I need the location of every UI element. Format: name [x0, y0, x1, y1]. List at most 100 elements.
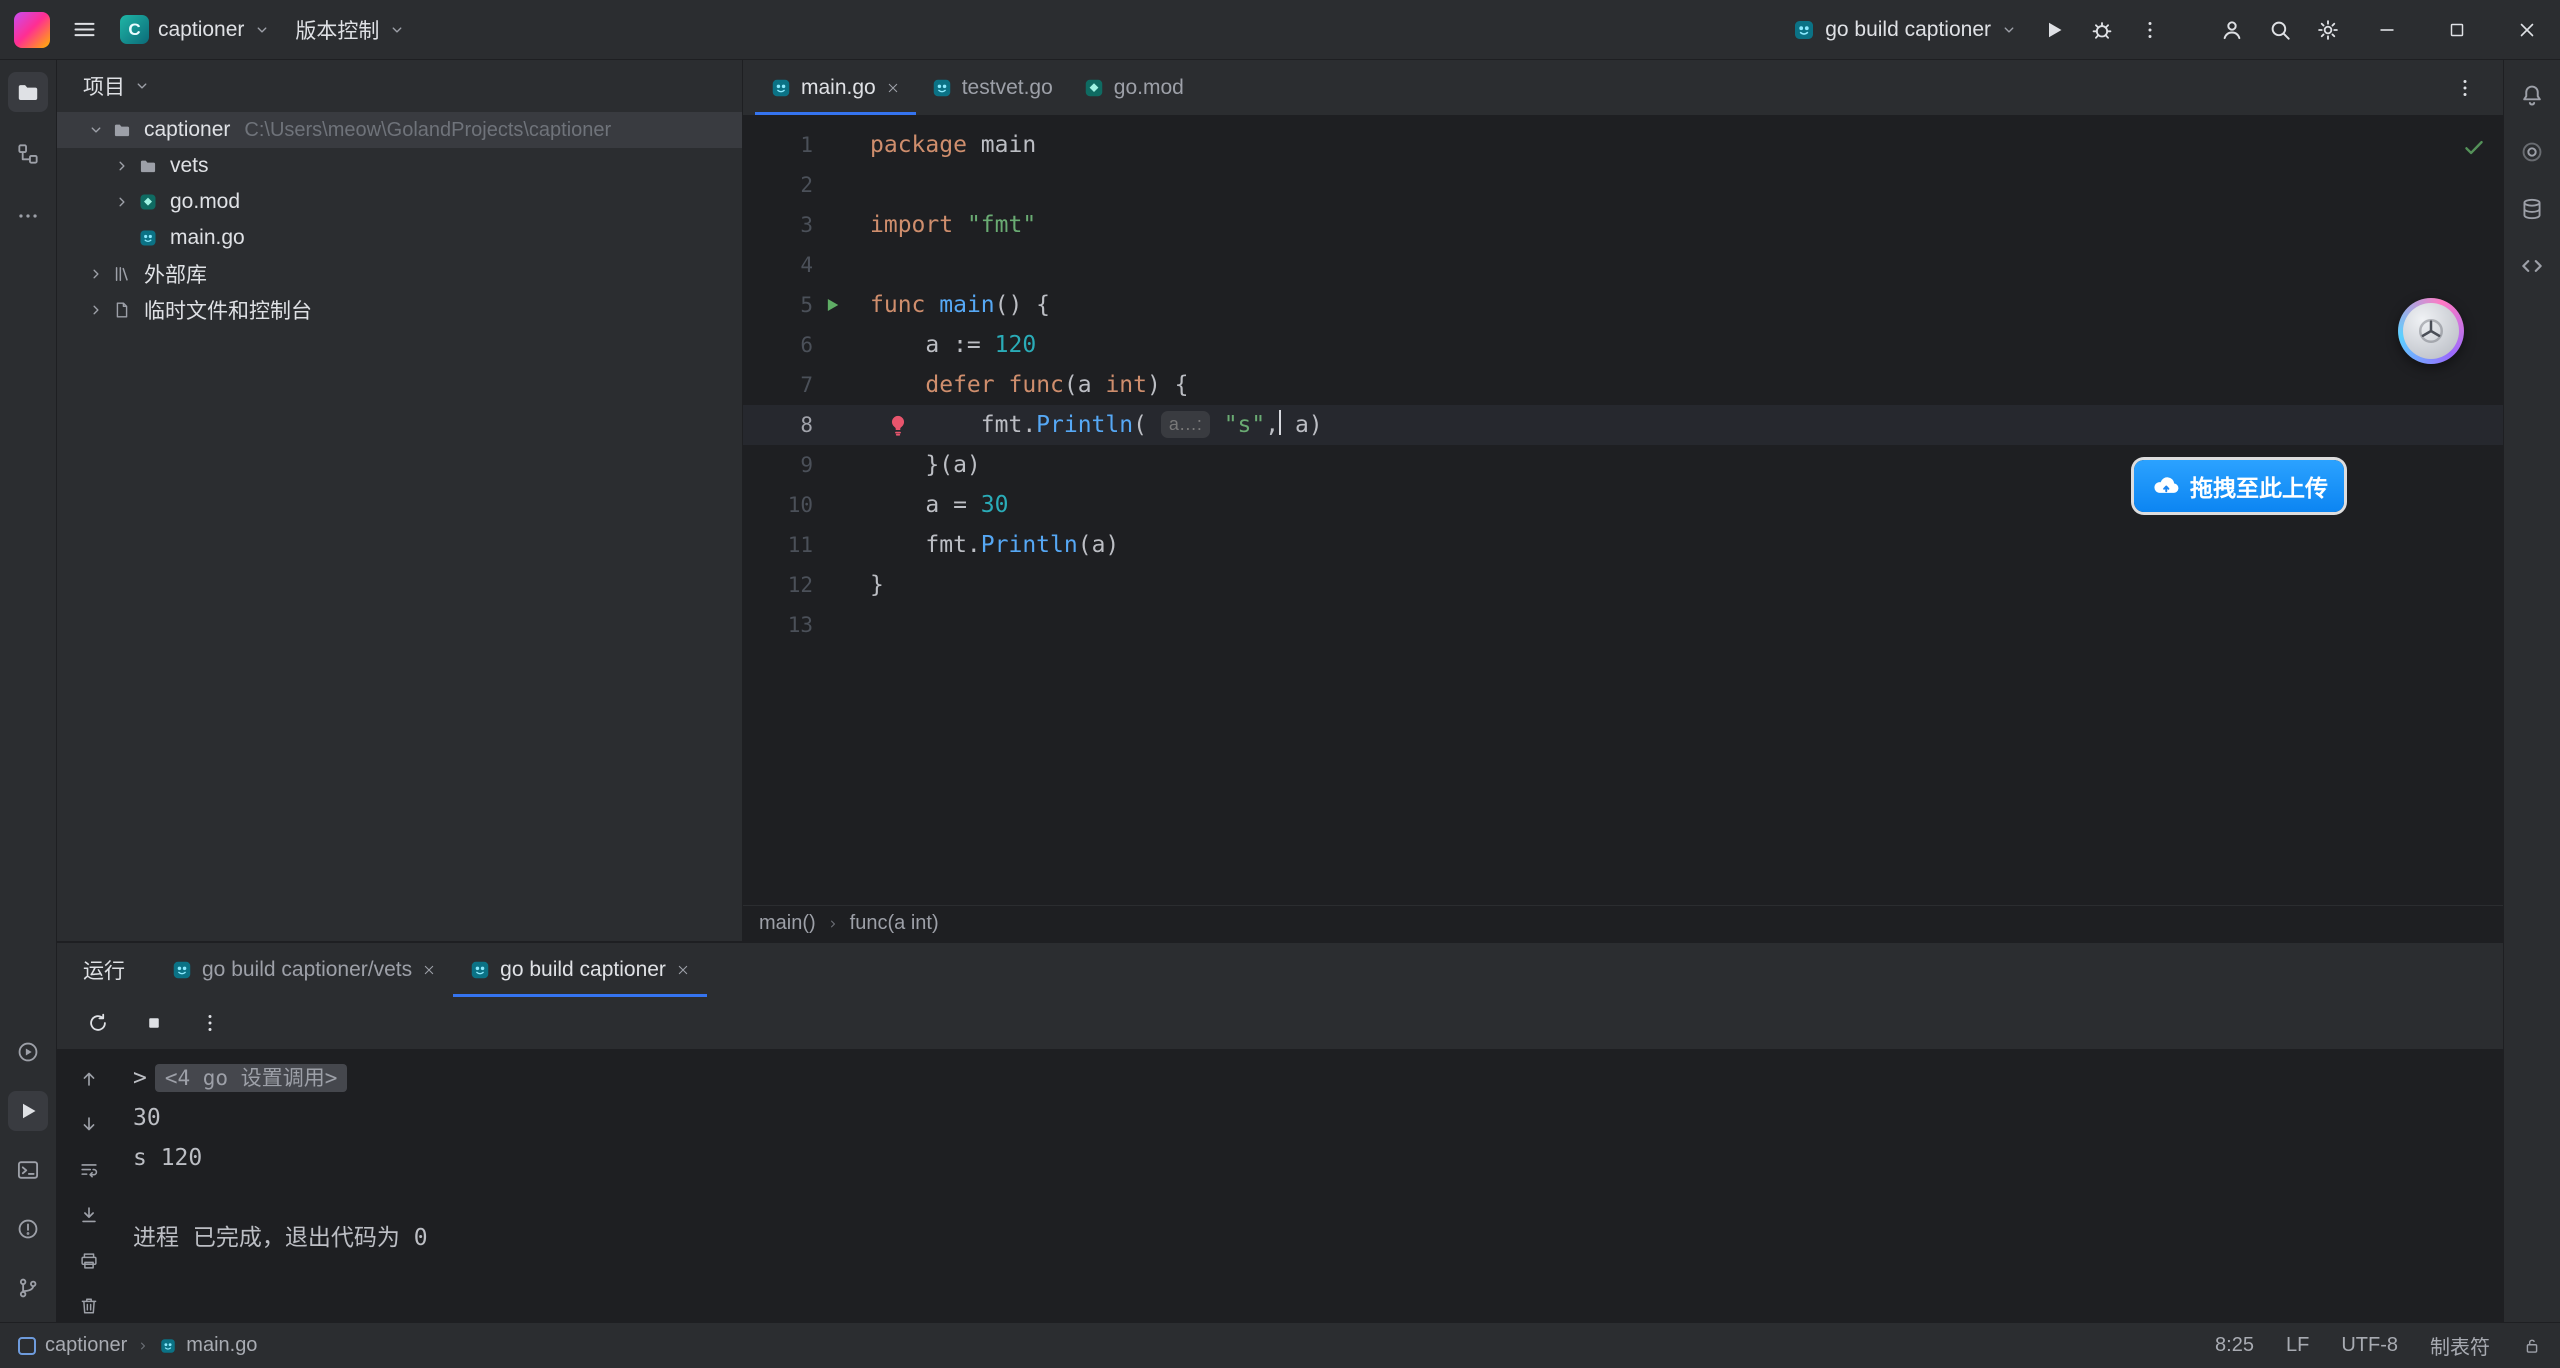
intention-bulb-icon[interactable]: [885, 412, 911, 438]
line-number[interactable]: 5: [743, 285, 813, 325]
code-text[interactable]: package main: [866, 125, 1036, 165]
problems-tool-button[interactable]: [8, 1209, 48, 1249]
soft-wrap-button[interactable]: [73, 1154, 105, 1186]
drag-upload-button[interactable]: 拖拽至此上传: [2134, 460, 2344, 512]
project-panel-header[interactable]: 项目: [57, 60, 742, 112]
console-fold-chip[interactable]: <4 go 设置调用>: [155, 1064, 348, 1092]
code-text[interactable]: fmt.Println(a): [866, 525, 1119, 565]
line-number[interactable]: 7: [743, 365, 813, 405]
status-breadcrumb[interactable]: captioner main.go: [18, 1334, 257, 1357]
code-text[interactable]: }(a): [866, 445, 981, 485]
stop-button[interactable]: [137, 1006, 171, 1040]
run-tab-captioner[interactable]: go build captioner: [453, 943, 707, 997]
more-tool-windows-button[interactable]: [8, 196, 48, 236]
indent-widget[interactable]: 制表符: [2430, 1331, 2490, 1360]
run-more-options-button[interactable]: [193, 1006, 227, 1040]
tab-options-button[interactable]: [2443, 66, 2487, 110]
main-menu-button[interactable]: [62, 8, 106, 52]
code-text[interactable]: [866, 165, 870, 205]
tree-row-vets[interactable]: vets: [57, 148, 742, 184]
clear-console-button[interactable]: [73, 1291, 105, 1323]
services-tool-button[interactable]: [8, 1032, 48, 1072]
tree-row-maingo[interactable]: main.go: [57, 220, 742, 256]
code-text[interactable]: defer func(a int) {: [866, 365, 1189, 405]
line-number[interactable]: 9: [743, 445, 813, 485]
code-text[interactable]: func main() {: [866, 285, 1050, 325]
tab-go-mod[interactable]: go.mod: [1068, 60, 1199, 115]
breadcrumb-item-main[interactable]: main(): [759, 912, 816, 935]
database-tool-button[interactable]: [2512, 189, 2552, 229]
parameter-hint[interactable]: a…:: [1161, 411, 1210, 438]
code-with-me-button[interactable]: [2210, 8, 2254, 52]
minimize-button[interactable]: [2354, 0, 2420, 60]
line-number[interactable]: 2: [743, 165, 813, 205]
code-line-12[interactable]: 12}: [743, 565, 2503, 605]
tree-row-external-libraries[interactable]: 外部库: [57, 256, 742, 292]
code-tags-tool-button[interactable]: [2512, 246, 2552, 286]
chevron-right-icon[interactable]: [109, 193, 135, 211]
chevron-right-icon[interactable]: [83, 265, 109, 283]
code-text[interactable]: [866, 605, 870, 645]
tab-testvet-go[interactable]: testvet.go: [916, 60, 1068, 115]
code-line-3[interactable]: 3 import "fmt": [743, 205, 2503, 245]
inspections-ok-icon[interactable]: [2461, 134, 2487, 160]
close-icon[interactable]: [885, 80, 901, 96]
run-gutter-icon[interactable]: [822, 295, 842, 315]
scroll-to-end-button[interactable]: [73, 1200, 105, 1232]
close-icon[interactable]: [421, 962, 437, 978]
line-number[interactable]: 10: [743, 485, 813, 525]
run-config-widget[interactable]: go build captioner: [1782, 12, 2028, 48]
maximize-button[interactable]: [2424, 0, 2490, 60]
code-text[interactable]: [866, 245, 870, 285]
run-button[interactable]: [2032, 8, 2076, 52]
line-number[interactable]: 4: [743, 245, 813, 285]
code-line-5[interactable]: 5 func main() {: [743, 285, 2503, 325]
tree-row-captioner[interactable]: captioner C:\Users\meow\GolandProjects\c…: [57, 112, 742, 148]
line-number[interactable]: 6: [743, 325, 813, 365]
code-line-6[interactable]: 6 a := 120: [743, 325, 2503, 365]
line-number[interactable]: 8: [743, 405, 813, 445]
terminal-tool-button[interactable]: [8, 1150, 48, 1190]
line-number[interactable]: 13: [743, 605, 813, 645]
code-text[interactable]: a = 30: [866, 485, 1008, 525]
more-actions-button[interactable]: [2128, 8, 2172, 52]
project-tool-button[interactable]: [8, 72, 48, 112]
close-button[interactable]: [2494, 0, 2560, 60]
code-text[interactable]: import "fmt": [866, 205, 1036, 245]
line-number[interactable]: 3: [743, 205, 813, 245]
code-text[interactable]: a := 120: [866, 325, 1036, 365]
code-line-2[interactable]: 2: [743, 165, 2503, 205]
debug-button[interactable]: [2080, 8, 2124, 52]
structure-tool-button[interactable]: [8, 134, 48, 174]
tab-main-go[interactable]: main.go: [755, 60, 916, 115]
rerun-button[interactable]: [81, 1006, 115, 1040]
code-line-13[interactable]: 13: [743, 605, 2503, 645]
version-control-tool-button[interactable]: [8, 1268, 48, 1308]
chevron-down-icon[interactable]: [83, 121, 109, 139]
code-line-4[interactable]: 4: [743, 245, 2503, 285]
tree-row-gomod[interactable]: go.mod: [57, 184, 742, 220]
line-number[interactable]: 1: [743, 125, 813, 165]
notifications-button[interactable]: [2512, 75, 2552, 115]
editor[interactable]: 1 package main 23 import "fmt" 45 func main()…: [743, 116, 2503, 905]
code-text[interactable]: }: [866, 565, 884, 605]
up-stack-trace-button[interactable]: [73, 1063, 105, 1095]
code-line-7[interactable]: 7 defer func(a int) {: [743, 365, 2503, 405]
encoding-widget[interactable]: UTF-8: [2341, 1334, 2398, 1357]
run-tool-button[interactable]: [8, 1091, 48, 1131]
run-tab-vets[interactable]: go build captioner/vets: [155, 943, 453, 997]
print-button[interactable]: [73, 1245, 105, 1277]
caret-position-widget[interactable]: 8:25: [2215, 1334, 2254, 1357]
close-icon[interactable]: [675, 962, 691, 978]
line-ending-widget[interactable]: LF: [2286, 1334, 2309, 1357]
settings-button[interactable]: [2306, 8, 2350, 52]
ai-assistant-button[interactable]: [2512, 132, 2552, 172]
line-number[interactable]: 12: [743, 565, 813, 605]
code-line-1[interactable]: 1 package main: [743, 125, 2503, 165]
vcs-widget[interactable]: 版本控制: [285, 9, 416, 51]
project-widget[interactable]: C captioner: [110, 9, 281, 50]
code-text[interactable]: fmt.Println( a…: "s", a): [866, 405, 1323, 445]
tree-row-scratches[interactable]: 临时文件和控制台: [57, 292, 742, 328]
breadcrumb-item-func[interactable]: func(a int): [850, 912, 939, 935]
chevron-right-icon[interactable]: [83, 301, 109, 319]
